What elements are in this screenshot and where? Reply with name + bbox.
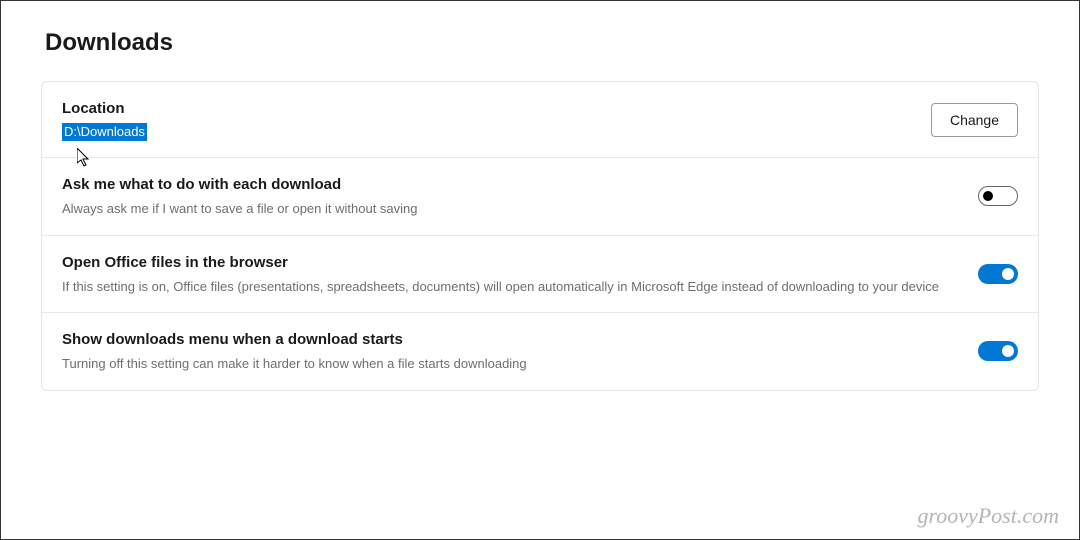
office-title: Open Office files in the browser [62,252,958,273]
location-path: D:\Downloads [62,123,147,141]
menu-desc: Turning off this setting can make it har… [62,354,958,374]
ask-each-download-row: Ask me what to do with each download Alw… [42,158,1038,236]
location-text: Location D:\Downloads [62,98,911,141]
menu-text: Show downloads menu when a download star… [62,329,958,374]
menu-toggle[interactable] [978,341,1018,361]
location-label: Location [62,98,911,119]
ask-desc: Always ask me if I want to save a file o… [62,199,958,219]
page-title: Downloads [45,29,1039,57]
office-toggle[interactable] [978,264,1018,284]
office-desc: If this setting is on, Office files (pre… [62,277,958,297]
downloads-settings-card: Location D:\Downloads Change Ask me what… [41,81,1039,391]
change-button[interactable]: Change [931,103,1018,137]
menu-title: Show downloads menu when a download star… [62,329,958,350]
ask-toggle[interactable] [978,186,1018,206]
location-row: Location D:\Downloads Change [42,82,1038,158]
ask-title: Ask me what to do with each download [62,174,958,195]
show-menu-row: Show downloads menu when a download star… [42,313,1038,390]
office-text: Open Office files in the browser If this… [62,252,958,297]
watermark: groovyPost.com [917,503,1059,529]
open-office-row: Open Office files in the browser If this… [42,236,1038,314]
ask-text: Ask me what to do with each download Alw… [62,174,958,219]
